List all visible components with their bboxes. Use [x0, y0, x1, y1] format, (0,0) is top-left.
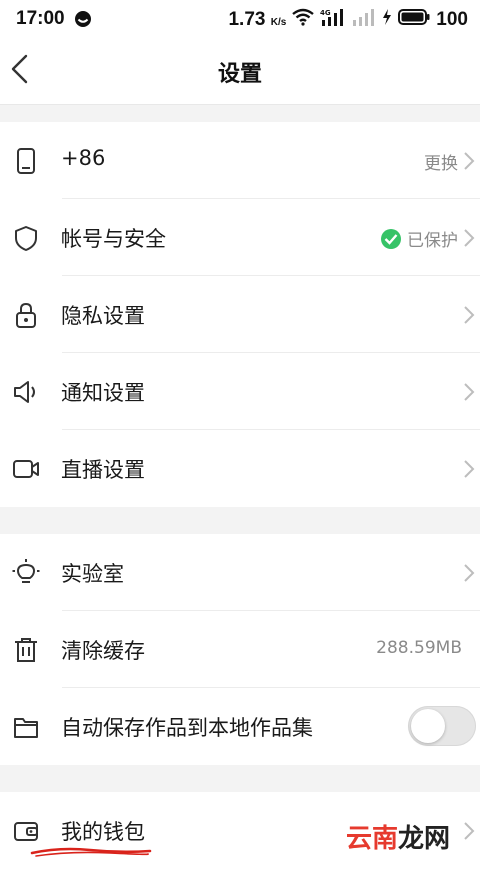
chevron-right-icon — [462, 304, 476, 326]
wallet-label: 我的钱包 — [61, 820, 145, 844]
privacy-settings-label: 隐私设置 — [61, 304, 145, 328]
clear-cache-label: 清除缓存 — [61, 639, 145, 663]
auto-save-toggle[interactable] — [408, 706, 476, 746]
chevron-right-icon — [462, 381, 476, 403]
clear-cache-row[interactable]: 清除缓存 288.59MB — [0, 611, 480, 688]
live-settings-label: 直播设置 — [61, 458, 145, 482]
red-underline-annotation — [30, 844, 154, 863]
account-settings-group: +86 更换 帐号与安全 已保护 隐私设置 通知设置 直播设置 — [0, 122, 480, 507]
signal-empty-icon — [352, 8, 376, 32]
watermark-part-2: 龙网 — [398, 824, 451, 854]
watermark-logo: 云南龙网 — [346, 818, 450, 855]
video-camera-icon — [12, 455, 40, 483]
auto-save-row: 自动保存作品到本地作品集 — [0, 688, 480, 765]
charging-icon — [382, 8, 392, 32]
bulb-icon — [12, 559, 40, 587]
privacy-settings-row[interactable]: 隐私设置 — [0, 276, 480, 353]
protection-status-text: 已保护 — [407, 231, 458, 251]
chevron-right-icon — [462, 458, 476, 480]
app-notification-icon — [74, 10, 92, 34]
speaker-icon — [12, 378, 40, 406]
account-security-label: 帐号与安全 — [61, 227, 166, 251]
page-title: 设置 — [217, 62, 262, 87]
status-bar: 17:00 1.73 K/s 4G 100 — [0, 0, 480, 38]
signal-4g-icon: 4G — [320, 8, 346, 32]
chevron-right-icon — [462, 820, 476, 842]
battery-level: 100 — [436, 9, 468, 30]
navigation-bar: 设置 — [0, 38, 480, 105]
phone-number-label: +86 — [61, 146, 106, 170]
change-phone-link[interactable]: 更换 — [424, 149, 458, 174]
chevron-right-icon — [462, 150, 476, 172]
lab-row[interactable]: 实验室 — [0, 534, 480, 611]
shield-icon — [12, 224, 40, 252]
phone-icon — [12, 147, 40, 175]
phone-number-row[interactable]: +86 更换 — [0, 122, 480, 199]
status-time: 17:00 — [16, 8, 65, 29]
network-speed: 1.73 K/s — [228, 9, 287, 30]
protection-status: 已保护 — [381, 226, 458, 251]
chevron-right-icon — [462, 227, 476, 249]
account-security-row[interactable]: 帐号与安全 已保护 — [0, 199, 480, 276]
svg-text:4G: 4G — [320, 9, 331, 17]
wifi-icon — [292, 8, 315, 32]
watermark-part-1: 云南 — [346, 824, 399, 854]
wallet-icon — [12, 817, 40, 845]
battery-icon — [398, 9, 430, 31]
notification-settings-row[interactable]: 通知设置 — [0, 353, 480, 430]
live-settings-row[interactable]: 直播设置 — [0, 430, 480, 507]
lab-label: 实验室 — [61, 562, 124, 586]
cache-size: 288.59MB — [376, 638, 462, 658]
general-settings-group: 实验室 清除缓存 288.59MB 自动保存作品到本地作品集 — [0, 534, 480, 765]
trash-icon — [12, 636, 40, 664]
status-indicators: 1.73 K/s 4G 100 — [228, 8, 468, 32]
toggle-knob — [411, 709, 445, 743]
folder-icon — [12, 713, 40, 741]
check-circle-icon — [381, 229, 401, 249]
auto-save-label: 自动保存作品到本地作品集 — [61, 716, 313, 740]
lock-icon — [12, 301, 40, 329]
notification-settings-label: 通知设置 — [61, 381, 145, 405]
chevron-right-icon — [462, 562, 476, 584]
